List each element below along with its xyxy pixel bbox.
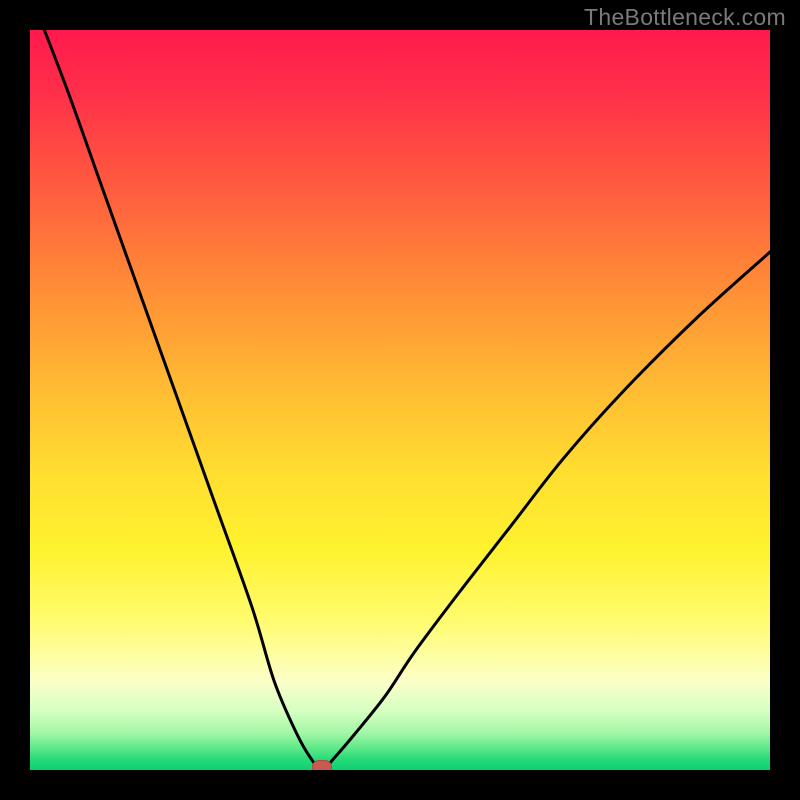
plot-area (30, 30, 770, 770)
optimal-marker-icon (312, 760, 332, 770)
chart-frame: TheBottleneck.com (0, 0, 800, 800)
bottleneck-curve (30, 30, 770, 770)
curve-svg (30, 30, 770, 770)
watermark-text: TheBottleneck.com (584, 4, 786, 31)
